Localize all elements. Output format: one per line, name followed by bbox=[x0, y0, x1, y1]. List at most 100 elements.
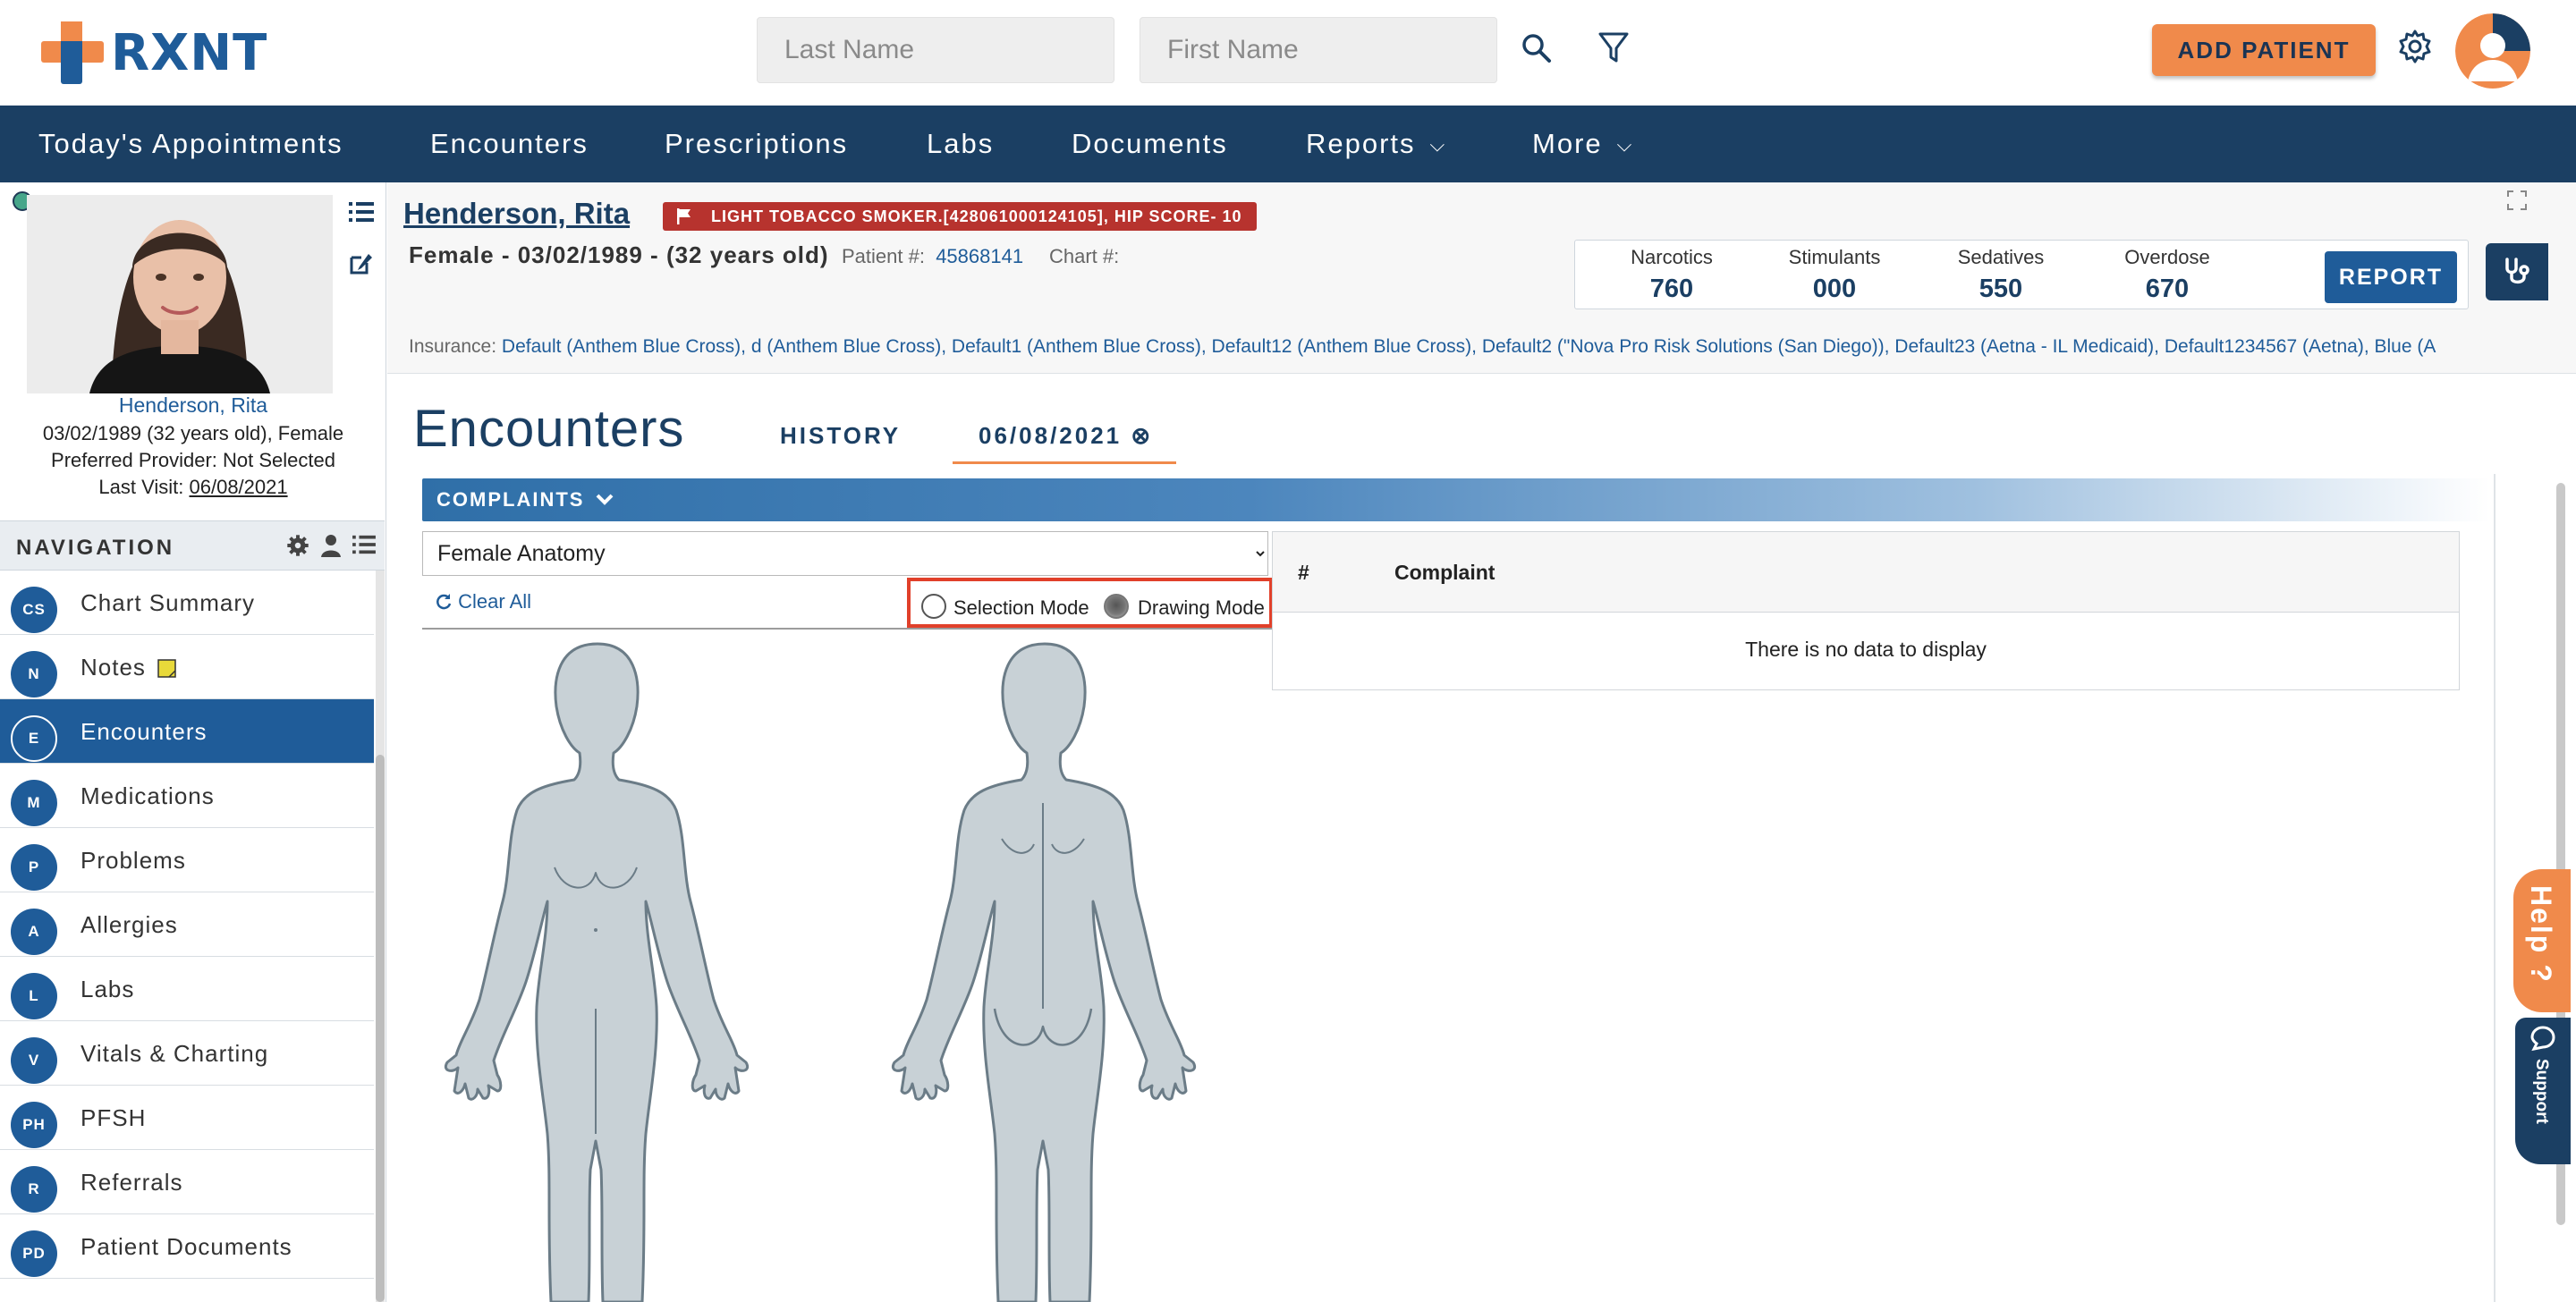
nav-badge: V bbox=[11, 1037, 57, 1084]
nav-prescriptions[interactable]: Prescriptions bbox=[665, 106, 848, 182]
sidebar-item-label: Labs bbox=[80, 976, 135, 1002]
nav-badge: N bbox=[11, 651, 57, 698]
patient-number-label: Patient #: bbox=[842, 245, 925, 267]
patient-photo bbox=[27, 195, 333, 393]
drawing-mode-radio[interactable] bbox=[1104, 594, 1129, 619]
page-title: Encounters bbox=[413, 400, 685, 458]
list-icon[interactable] bbox=[352, 534, 376, 555]
complaints-text: COMPLAINTS bbox=[436, 488, 585, 511]
sidebar-item-encounters[interactable]: E Encounters bbox=[0, 699, 374, 764]
logo-text: RXNT bbox=[111, 23, 268, 82]
sidebar-item-label: Referrals bbox=[80, 1169, 183, 1196]
sidebar-item-labs[interactable]: L Labs bbox=[0, 957, 374, 1021]
sidebar-item-label: Encounters bbox=[80, 718, 208, 745]
sidebar-provider: Preferred Provider: Not Selected bbox=[51, 449, 335, 471]
complaints-table-header: # Complaint bbox=[1273, 532, 2459, 613]
complaints-section-header[interactable]: COMPLAINTS bbox=[422, 478, 2490, 521]
sidebar-item-medications[interactable]: M Medications bbox=[0, 764, 374, 828]
edit-icon[interactable] bbox=[349, 250, 376, 277]
pdmp-overdose: Overdose 670 bbox=[2096, 246, 2239, 304]
add-patient-button[interactable]: ADD PATIENT bbox=[2152, 24, 2376, 76]
notes-label: Notes bbox=[80, 654, 146, 681]
sidebar-item-referrals[interactable]: R Referrals bbox=[0, 1150, 374, 1214]
last-visit-link[interactable]: 06/08/2021 bbox=[190, 476, 288, 498]
sidebar-item-label: Vitals & Charting bbox=[80, 1040, 269, 1067]
pdmp-label: Narcotics bbox=[1631, 246, 1713, 268]
person-icon[interactable] bbox=[320, 534, 342, 557]
report-button[interactable]: REPORT bbox=[2325, 251, 2457, 303]
first-name-input[interactable] bbox=[1140, 17, 1497, 83]
body-diagram[interactable] bbox=[411, 633, 1234, 1302]
nav-badge: P bbox=[11, 844, 57, 891]
tab-history[interactable]: HISTORY bbox=[780, 422, 901, 450]
nav-badge: M bbox=[11, 780, 57, 826]
settings-icon[interactable] bbox=[286, 534, 309, 557]
sidebar-item-label: Problems bbox=[80, 847, 186, 874]
flag-text: LIGHT TOBACCO SMOKER.[428061000124105], … bbox=[711, 207, 1242, 225]
patient-name-link[interactable]: Henderson, Rita bbox=[403, 197, 630, 231]
nav-badge: PH bbox=[11, 1102, 57, 1148]
sidebar-item-pfsh[interactable]: PH PFSH bbox=[0, 1086, 374, 1150]
selection-mode-radio[interactable] bbox=[921, 594, 946, 619]
patient-nav-list: CS Chart Summary N Notes E Encounters M Medi… bbox=[0, 571, 374, 1279]
complaints-label: COMPLAINTS bbox=[436, 488, 614, 512]
chevron-down-icon: ⌵ bbox=[1616, 133, 1634, 156]
sidebar-item-vitals[interactable]: V Vitals & Charting bbox=[0, 1021, 374, 1086]
sidebar-item-patient-documents[interactable]: PD Patient Documents bbox=[0, 1214, 374, 1279]
sidebar-item-allergies[interactable]: A Allergies bbox=[0, 892, 374, 957]
nav-reports[interactable]: Reports ⌵ bbox=[1306, 106, 1446, 182]
insurance-value[interactable]: Default (Anthem Blue Cross), d (Anthem B… bbox=[502, 336, 2436, 357]
nav-todays-appointments[interactable]: Today's Appointments bbox=[38, 106, 343, 182]
search-icon[interactable] bbox=[1515, 27, 1558, 70]
sidebar-item-notes[interactable]: N Notes bbox=[0, 635, 374, 699]
selection-mode-label[interactable]: Selection Mode bbox=[953, 596, 1089, 620]
nav-documents[interactable]: Documents bbox=[1072, 106, 1228, 182]
pdmp-scores-panel: Narcotics 760 Stimulants 000 Sedatives 5… bbox=[1574, 240, 2469, 309]
pdmp-value: 760 bbox=[1649, 275, 1694, 303]
patient-banner: Henderson, Rita LIGHT TOBACCO SMOKER.[42… bbox=[387, 182, 2576, 374]
sidebar-item-label: Medications bbox=[80, 782, 215, 809]
rxnt-logo[interactable]: RXNT bbox=[41, 21, 267, 84]
pdmp-narcotics: Narcotics 760 bbox=[1600, 246, 1743, 304]
navigation-title: NAVIGATION bbox=[16, 536, 175, 560]
patient-flag-badge: LIGHT TOBACCO SMOKER.[428061000124105], … bbox=[663, 202, 1257, 231]
sidebar-dob: 03/02/1989 (32 years old), Female bbox=[42, 422, 344, 444]
column-header-complaint[interactable]: Complaint bbox=[1394, 561, 1495, 585]
user-avatar[interactable] bbox=[2455, 13, 2530, 89]
sidebar-scrollbar[interactable] bbox=[376, 571, 385, 1302]
stethoscope-icon[interactable] bbox=[2486, 243, 2548, 300]
refresh-icon bbox=[436, 594, 452, 610]
pdmp-value: 000 bbox=[1812, 275, 1857, 303]
nav-encounters[interactable]: Encounters bbox=[430, 106, 589, 182]
sidebar-item-problems[interactable]: P Problems bbox=[0, 828, 374, 892]
gear-icon[interactable] bbox=[2394, 25, 2436, 68]
active-tab-underline bbox=[953, 461, 1176, 464]
support-tab[interactable]: Support bbox=[2515, 1018, 2571, 1164]
help-label: Help ? bbox=[2525, 885, 2557, 984]
flag-icon bbox=[677, 208, 691, 224]
column-header-number[interactable]: # bbox=[1298, 561, 1309, 585]
list-icon[interactable] bbox=[349, 200, 376, 227]
last-name-input[interactable] bbox=[757, 17, 1114, 83]
sidebar-item-chart-summary[interactable]: CS Chart Summary bbox=[0, 571, 374, 635]
empty-table-message: There is no data to display bbox=[1745, 638, 1987, 661]
pdmp-sedatives: Sedatives 550 bbox=[1929, 246, 2072, 304]
body-front-figure[interactable] bbox=[445, 642, 749, 1302]
nav-more[interactable]: More ⌵ bbox=[1532, 106, 1633, 182]
patient-sidebar: Henderson, Rita 03/02/1989 (32 years old… bbox=[0, 182, 386, 1302]
clear-all-button[interactable]: Clear All bbox=[435, 590, 531, 613]
tab-encounter-date[interactable]: 06/08/2021 ⊗ bbox=[979, 422, 1153, 450]
last-visit-label: Last Visit: bbox=[98, 476, 184, 498]
body-back-figure[interactable] bbox=[892, 642, 1196, 1302]
nav-badge: E bbox=[11, 715, 57, 762]
fullscreen-icon[interactable] bbox=[2506, 190, 2529, 213]
drawing-mode-label[interactable]: Drawing Mode bbox=[1138, 596, 1265, 620]
sidebar-scrollbar-thumb[interactable] bbox=[376, 755, 385, 1302]
filter-icon[interactable] bbox=[1592, 27, 1635, 70]
help-tab[interactable]: Help ? bbox=[2513, 869, 2571, 1012]
anatomy-select[interactable]: Female Anatomy bbox=[422, 531, 1268, 576]
patient-number-value: 45868141 bbox=[936, 245, 1024, 267]
chart-number-label: Chart #: bbox=[1049, 245, 1120, 267]
sidebar-patient-name[interactable]: Henderson, Rita bbox=[0, 393, 386, 418]
nav-labs[interactable]: Labs bbox=[927, 106, 994, 182]
